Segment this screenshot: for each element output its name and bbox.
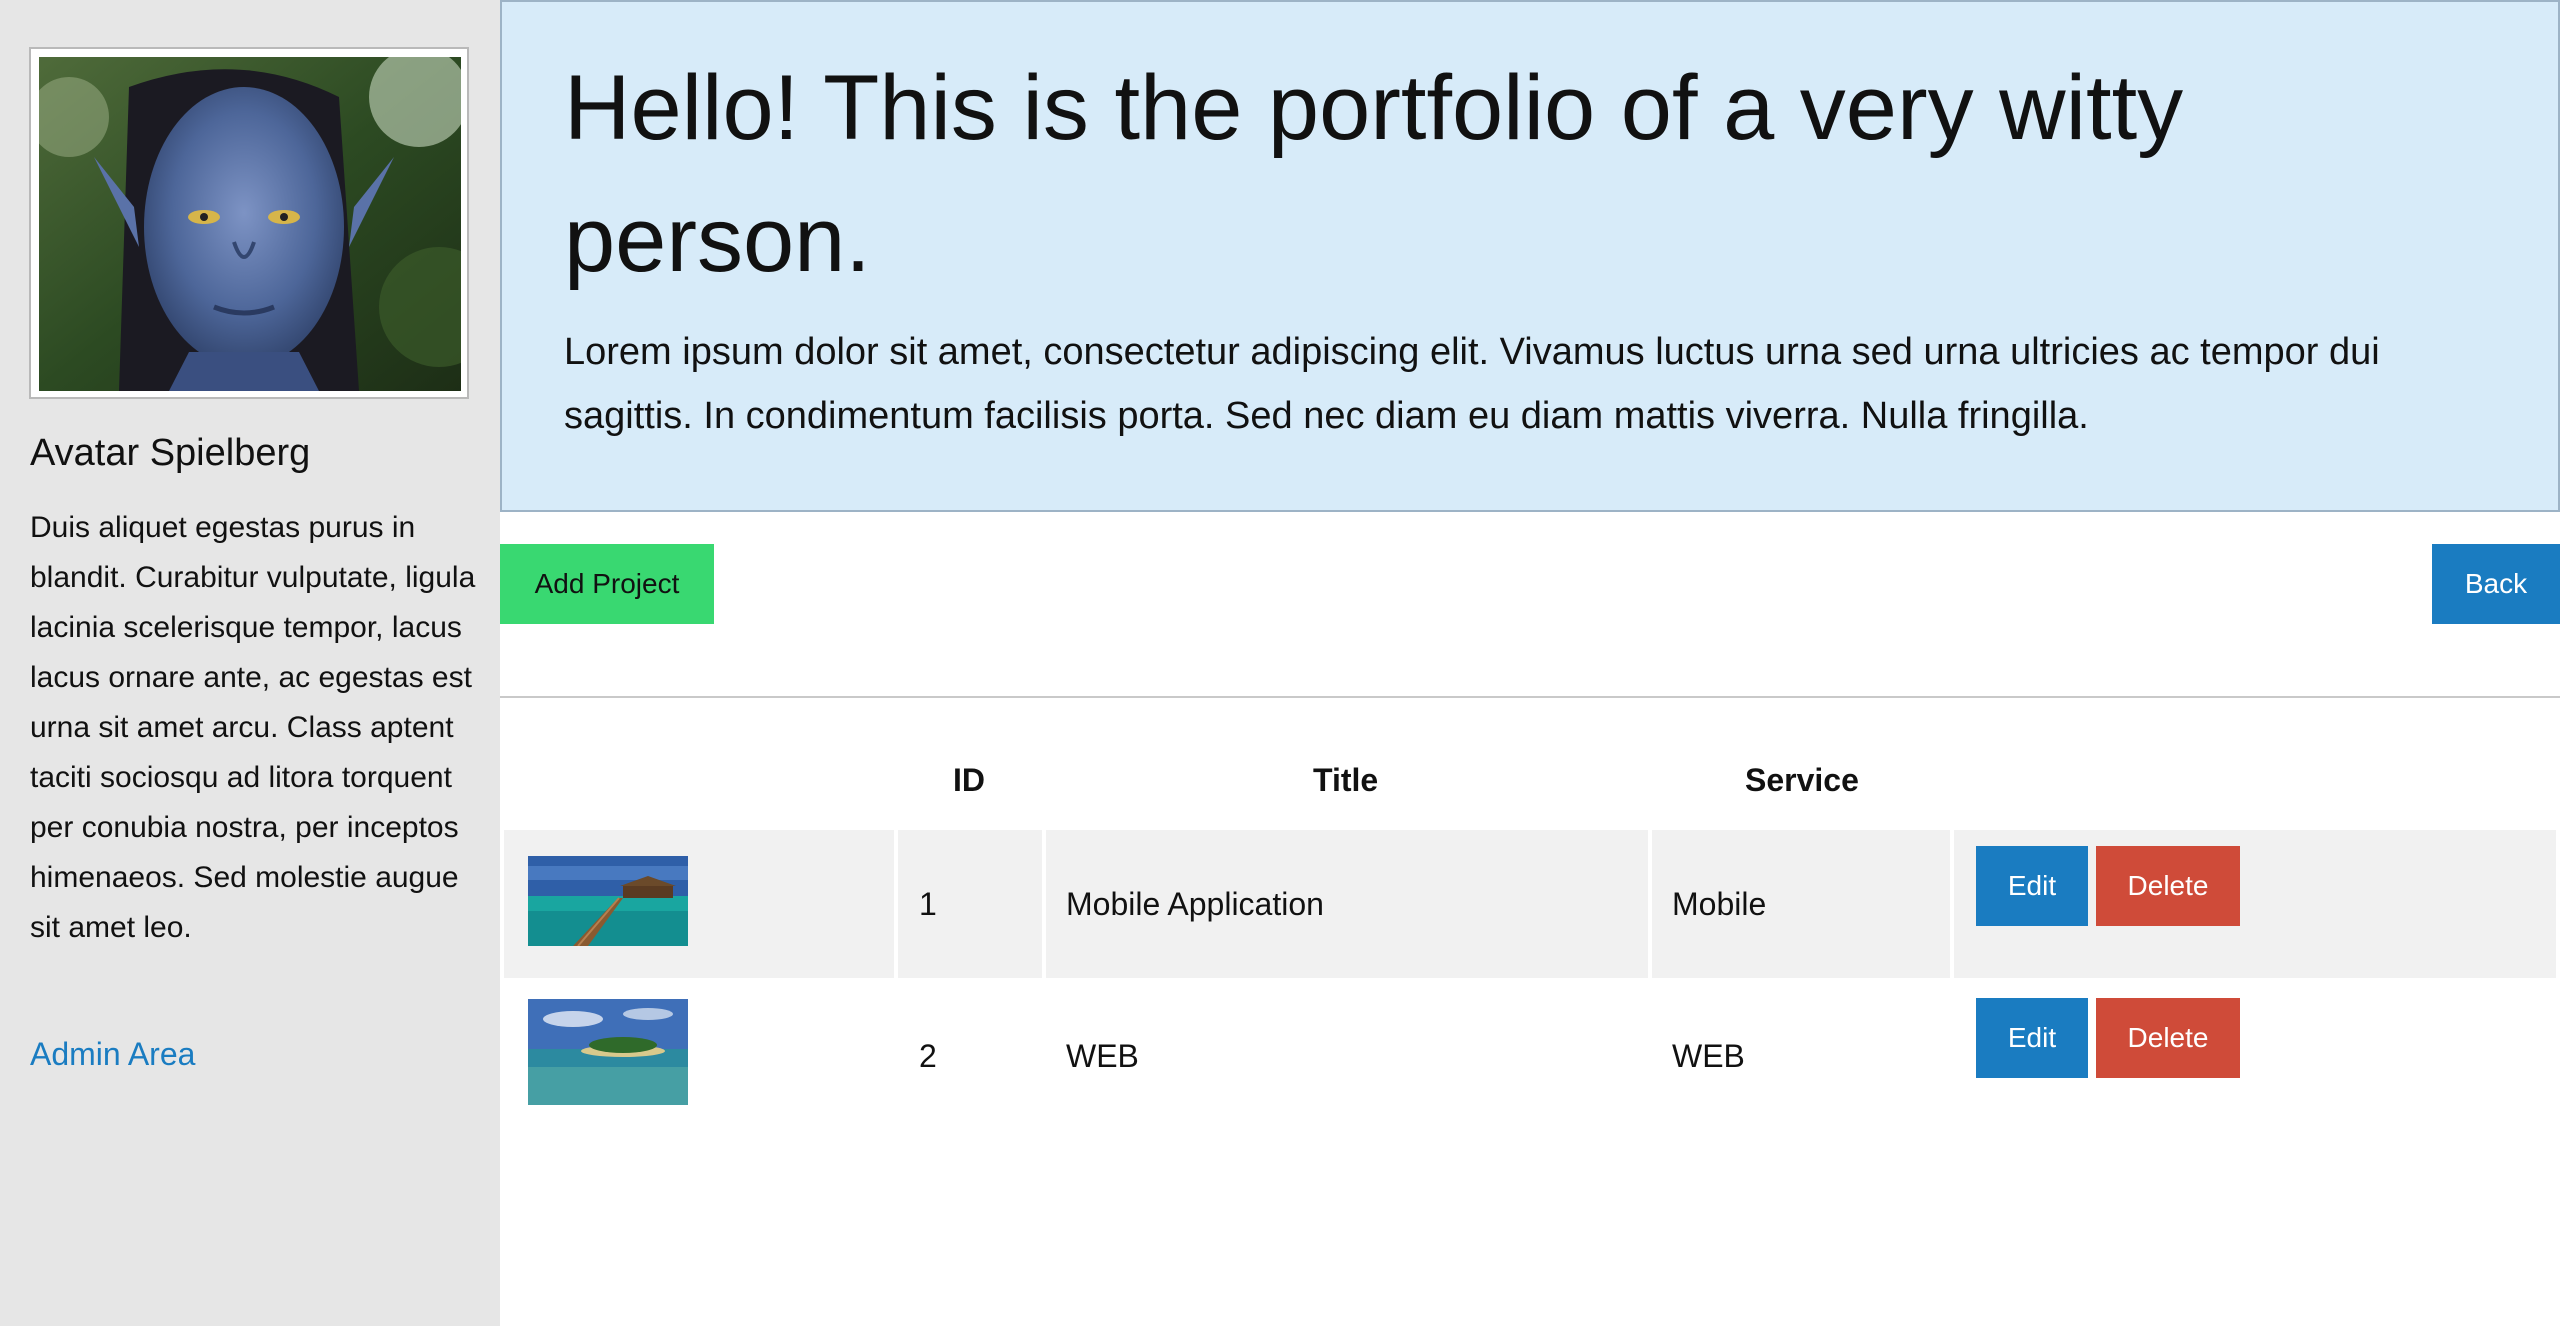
thumbnail-cell — [504, 982, 894, 1130]
row-service: Mobile — [1672, 885, 1767, 922]
project-thumbnail-image — [528, 999, 688, 1105]
thumbnail-cell — [504, 830, 894, 978]
sidebar: Avatar Spielberg Duis aliquet egestas pu… — [0, 0, 500, 1326]
avatar-frame — [29, 47, 469, 399]
divider — [500, 696, 2560, 698]
project-thumbnail — [528, 999, 688, 1105]
edit-button[interactable]: Edit — [1976, 998, 2088, 1078]
row-title: WEB — [1066, 1037, 1139, 1074]
edit-button[interactable]: Edit — [1976, 846, 2088, 926]
project-thumbnail-image — [528, 856, 688, 946]
table-row: 1 Mobile Application Mobile Edit Delete — [500, 830, 2560, 978]
hero-description: Lorem ipsum dolor sit amet, consectetur … — [564, 331, 2380, 437]
row-id: 1 — [919, 885, 937, 922]
profile-name: Avatar Spielberg — [30, 432, 311, 474]
project-thumbnail — [528, 856, 688, 946]
column-header-id: ID — [953, 762, 985, 798]
delete-button[interactable]: Delete — [2096, 846, 2240, 926]
profile-bio: Duis aliquet egestas purus in blandit. C… — [30, 511, 476, 944]
back-button[interactable]: Back — [2432, 544, 2560, 624]
add-project-button[interactable]: Add Project — [500, 544, 714, 624]
row-service: WEB — [1672, 1037, 1745, 1074]
hero-banner: Hello! This is the portfolio of a very w… — [500, 0, 2560, 512]
delete-button[interactable]: Delete — [2096, 998, 2240, 1078]
column-header-service: Service — [1745, 762, 1859, 798]
row-id: 2 — [919, 1037, 937, 1074]
table-row: 2 WEB WEB Edit Delete — [500, 982, 2560, 1130]
row-title: Mobile Application — [1066, 885, 1324, 922]
page-title: Hello! This is the portfolio of a very w… — [564, 57, 2184, 291]
avatar-image — [39, 57, 461, 391]
avatar — [39, 57, 461, 391]
column-header-title: Title — [1313, 762, 1379, 798]
admin-area-link[interactable]: Admin Area — [30, 1036, 195, 1073]
